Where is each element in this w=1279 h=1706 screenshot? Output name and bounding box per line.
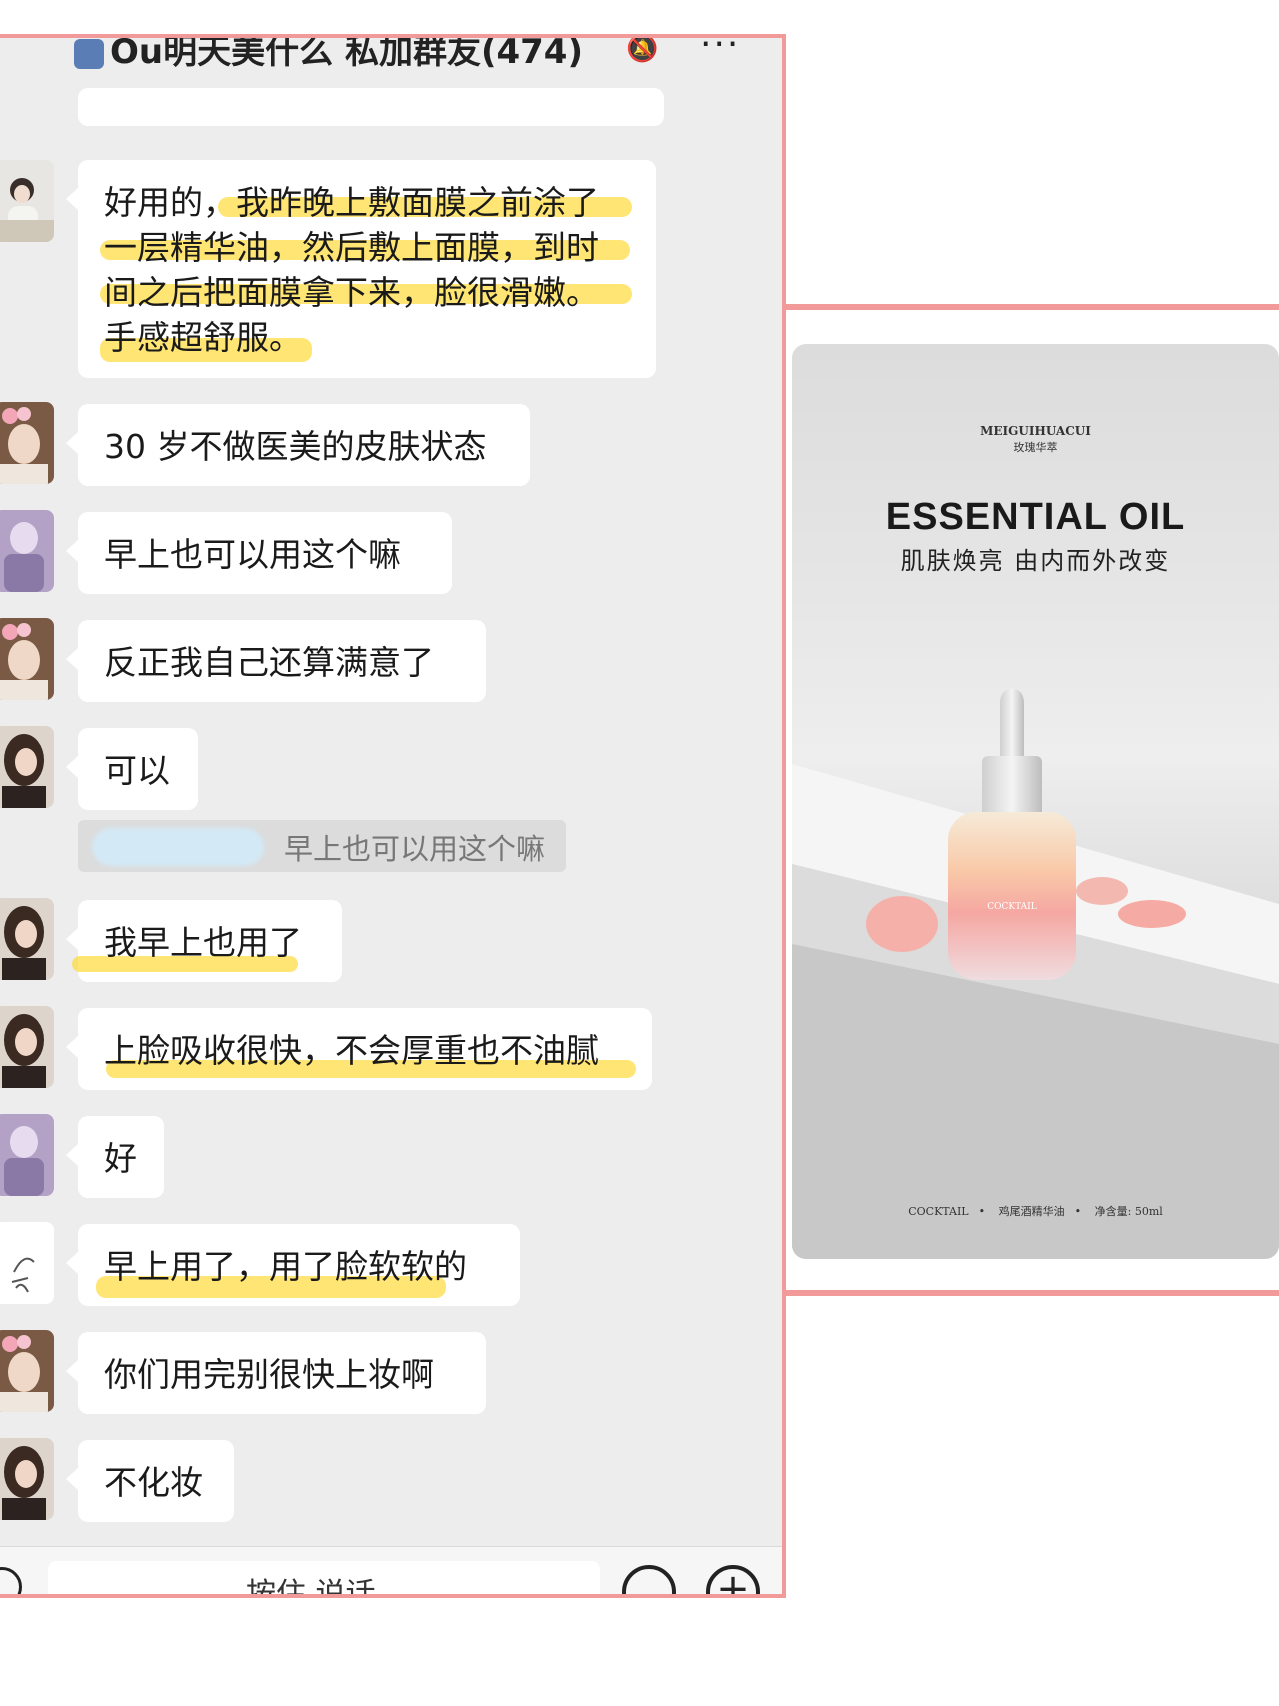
previous-message-bubble xyxy=(78,88,664,126)
avatar[interactable] xyxy=(0,1438,54,1520)
avatar-1-image xyxy=(0,160,54,242)
avatar-4-image xyxy=(0,1438,54,1520)
avatar-4-image xyxy=(0,726,54,808)
message-bubble[interactable]: 不化妆 xyxy=(66,1440,234,1522)
message-text: 30 岁不做医美的皮肤状态 xyxy=(104,427,487,466)
message-text: 早上用了，用了脸软软的 xyxy=(104,1247,467,1286)
product-image-frame: MEIGUIHUACUI 玫瑰华萃 ESSENTIAL OIL 肌肤焕亮 由内而… xyxy=(786,304,1279,1296)
message-text: 上脸吸收很快，不会厚重也不油腻 xyxy=(104,1031,599,1070)
chat-header: Ou明天美什么 私加群友(474) 🔕 ··· xyxy=(0,38,782,72)
chat-title-text: Ou明天美什么 私加群友(474) xyxy=(110,38,583,72)
avatar-3-image xyxy=(0,510,54,592)
product-scene: COCKTAIL xyxy=(792,689,1279,1259)
hold-to-talk-label: 按住 说话 xyxy=(246,1577,376,1598)
oil-drop xyxy=(866,896,938,952)
message-bubble[interactable]: 30 岁不做医美的皮肤状态 xyxy=(66,404,530,486)
message-bubble[interactable]: 早上也可以用这个嘛 xyxy=(66,512,452,594)
avatar[interactable] xyxy=(0,1114,54,1196)
avatar-4-image xyxy=(0,898,54,980)
dropper-bottle: COCKTAIL xyxy=(948,689,1076,980)
avatar[interactable] xyxy=(0,160,54,242)
mute-bell-icon[interactable]: 🔕 xyxy=(626,38,658,64)
message-bubble[interactable]: 你们用完别很快上妆啊 xyxy=(66,1332,486,1414)
avatar[interactable] xyxy=(0,1330,54,1412)
avatar[interactable] xyxy=(0,1006,54,1088)
message-text: 好 xyxy=(104,1139,137,1178)
message-text: 不化妆 xyxy=(104,1463,203,1502)
avatar[interactable] xyxy=(0,726,54,808)
message-bubble[interactable]: 上脸吸收很快，不会厚重也不油腻 xyxy=(66,1008,652,1090)
chat-screenshot: Ou明天美什么 私加群友(474) 🔕 ··· 好用的，我昨晚上敷面膜之前涂了 … xyxy=(0,34,786,1598)
oil-drop xyxy=(1118,900,1186,928)
message-text: 可以 xyxy=(104,751,170,790)
plus-icon[interactable]: + xyxy=(706,1565,760,1594)
message-bubble[interactable]: 可以 xyxy=(66,728,198,810)
hold-to-talk-button[interactable]: 按住 说话 xyxy=(48,1561,600,1598)
avatar[interactable] xyxy=(0,898,54,980)
product-footer: COCKTAIL • 鸡尾酒精华油 • 净含量: 50ml xyxy=(908,1205,1163,1218)
message-text: 你们用完别很快上妆啊 xyxy=(104,1355,434,1394)
blurred-username xyxy=(92,828,264,866)
avatar-5-image xyxy=(0,1222,54,1304)
quoted-reply[interactable]: 早上也可以用这个嘛 xyxy=(78,820,566,872)
emoji-icon[interactable] xyxy=(622,1565,676,1594)
message-bubble[interactable]: 好用的，我昨晚上敷面膜之前涂了 一层精华油，然后敷上面膜，到时 间之后把面膜拿下… xyxy=(66,160,656,378)
message-text: 好用的，我昨晚上敷面膜之前涂了 一层精华油，然后敷上面膜，到时 间之后把面膜拿下… xyxy=(104,183,599,357)
message-text: 早上也可以用这个嘛 xyxy=(104,535,401,574)
avatar[interactable] xyxy=(0,510,54,592)
footer-label: COCKTAIL xyxy=(908,1205,969,1218)
message-bubble[interactable]: 我早上也用了 xyxy=(66,900,342,982)
product-image: MEIGUIHUACUI 玫瑰华萃 ESSENTIAL OIL 肌肤焕亮 由内而… xyxy=(792,344,1279,1259)
avatar[interactable] xyxy=(0,618,54,700)
avatar-2-image xyxy=(0,1330,54,1412)
avatar[interactable] xyxy=(0,1222,54,1304)
avatar-3-image xyxy=(0,1114,54,1196)
message-text: 我早上也用了 xyxy=(104,923,302,962)
avatar[interactable] xyxy=(0,402,54,484)
avatar-4-image xyxy=(0,1006,54,1088)
message-bubble[interactable]: 早上用了，用了脸软软的 xyxy=(66,1224,520,1306)
group-badge-icon xyxy=(74,38,104,69)
message-text: 反正我自己还算满意了 xyxy=(104,643,434,682)
chat-title: Ou明天美什么 私加群友(474) xyxy=(74,38,583,72)
chat-input-bar: 按住 说话 + xyxy=(0,1546,782,1598)
footer-label: 鸡尾酒精华油 xyxy=(998,1205,1065,1218)
quoted-text: 早上也可以用这个嘛 xyxy=(284,832,546,866)
message-bubble[interactable]: 反正我自己还算满意了 xyxy=(66,620,486,702)
oil-drop xyxy=(1076,877,1128,905)
avatar-2-image xyxy=(0,402,54,484)
svg-text:COCKTAIL: COCKTAIL xyxy=(987,902,1036,912)
more-options-icon[interactable]: ··· xyxy=(700,38,740,65)
message-bubble[interactable]: 好 xyxy=(66,1116,164,1198)
voice-icon[interactable] xyxy=(0,1567,22,1594)
footer-label: 净含量: 50ml xyxy=(1094,1205,1163,1218)
avatar-2-image xyxy=(0,618,54,700)
